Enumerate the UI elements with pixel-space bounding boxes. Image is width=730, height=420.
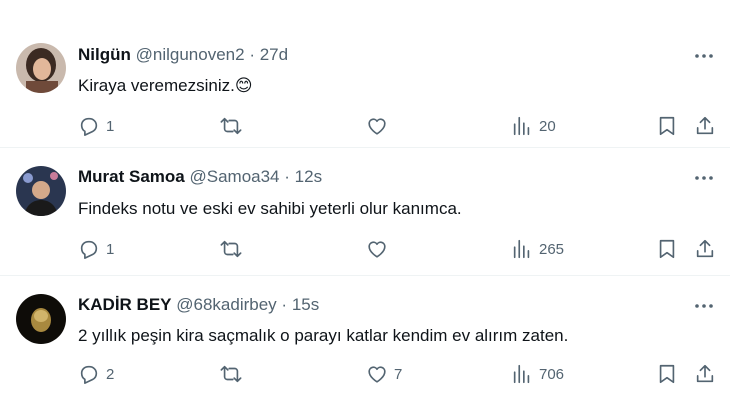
tweet-header: Murat Samoa @Samoa34 · 12s	[78, 166, 322, 188]
share-button[interactable]	[694, 237, 716, 261]
retweet-icon	[220, 240, 242, 258]
reply-count: 1	[106, 240, 115, 258]
view-count: 265	[539, 240, 565, 258]
tweet-text: Kiraya veremezsiniz.😊	[78, 75, 253, 97]
tweet-header: KADİR BEY @68kadirbey · 15s	[78, 294, 319, 316]
author-name[interactable]: Nilgün	[78, 45, 131, 64]
reply-button[interactable]: 2	[78, 362, 114, 386]
share-icon	[696, 116, 714, 135]
share-button[interactable]	[694, 114, 716, 138]
smile-emoji: 😊	[234, 76, 253, 95]
share-icon	[696, 239, 714, 258]
bookmark-button[interactable]	[656, 362, 678, 386]
views-button[interactable]: 265	[511, 237, 564, 261]
reply-count: 2	[106, 365, 115, 383]
tweet-header: Nilgün @nilgunoven2 · 27d	[78, 44, 288, 66]
tweet-actions: 1 265	[78, 237, 718, 261]
more-icon[interactable]	[692, 44, 716, 68]
tweet-text: Findeks notu ve eski ev sahibi yeterli o…	[78, 198, 462, 220]
author-handle[interactable]: @nilgunoven2	[136, 45, 245, 64]
separator: ·	[249, 45, 255, 64]
views-icon	[513, 364, 530, 384]
timestamp[interactable]: 27d	[260, 45, 288, 64]
tweet[interactable]: Nilgün @nilgunoven2 · 27d Kiraya veremez…	[0, 0, 730, 148]
tweet-text-body: 2 yıllık peşin kira saçmalık o parayı ka…	[78, 326, 569, 345]
like-icon	[368, 366, 386, 383]
views-icon	[513, 239, 530, 259]
views-button[interactable]: 20	[511, 114, 556, 138]
retweet-icon	[220, 365, 242, 383]
views-button[interactable]: 706	[511, 362, 564, 386]
reply-button[interactable]: 1	[78, 237, 114, 261]
more-icon[interactable]	[692, 166, 716, 190]
tweet-actions: 2 7 706	[78, 362, 718, 386]
author-handle[interactable]: @68kadirbey	[176, 295, 276, 314]
reply-icon	[80, 365, 98, 384]
author-name[interactable]: KADİR BEY	[78, 295, 172, 314]
like-button[interactable]: 7	[366, 362, 402, 386]
tweet-text: 2 yıllık peşin kira saçmalık o parayı ka…	[78, 325, 568, 347]
share-button[interactable]	[694, 362, 716, 386]
retweet-icon	[220, 117, 242, 135]
reply-count: 1	[106, 117, 115, 135]
bookmark-icon	[659, 116, 675, 136]
view-count: 706	[539, 365, 565, 383]
retweet-button[interactable]	[220, 237, 248, 261]
tweet-text-body: Findeks notu ve eski ev sahibi yeterli o…	[78, 199, 462, 218]
like-icon	[368, 118, 386, 135]
more-icon[interactable]	[692, 294, 716, 318]
author-name[interactable]: Murat Samoa	[78, 167, 185, 186]
like-count: 7	[394, 365, 403, 383]
tweet-actions: 1 20	[78, 114, 718, 138]
avatar[interactable]	[16, 43, 66, 93]
view-count: 20	[539, 117, 556, 135]
bookmark-icon	[659, 239, 675, 259]
reply-button[interactable]: 1	[78, 114, 114, 138]
bookmark-icon	[659, 364, 675, 384]
author-handle[interactable]: @Samoa34	[189, 167, 279, 186]
retweet-button[interactable]	[220, 114, 248, 138]
separator: ·	[281, 295, 288, 314]
retweet-button[interactable]	[220, 362, 248, 386]
reply-icon	[80, 117, 98, 136]
reply-icon	[80, 240, 98, 259]
timestamp[interactable]: 15s	[292, 295, 319, 314]
bookmark-button[interactable]	[656, 114, 678, 138]
bookmark-button[interactable]	[656, 237, 678, 261]
tweet-text-body: Kiraya veremezsiniz.	[78, 76, 235, 95]
views-icon	[513, 116, 530, 136]
timeline: Nilgün @nilgunoven2 · 27d Kiraya veremez…	[0, 0, 730, 420]
separator: ·	[284, 167, 290, 186]
like-icon	[368, 241, 386, 258]
tweet[interactable]: Murat Samoa @Samoa34 · 12s Findeks notu …	[0, 148, 730, 276]
like-button[interactable]	[366, 114, 394, 138]
share-icon	[696, 364, 714, 383]
like-button[interactable]	[366, 237, 394, 261]
avatar[interactable]	[16, 166, 66, 216]
tweet[interactable]: KADİR BEY @68kadirbey · 15s 2 yıllık peş…	[0, 276, 730, 420]
timestamp[interactable]: 12s	[295, 167, 322, 186]
avatar[interactable]	[16, 294, 66, 344]
